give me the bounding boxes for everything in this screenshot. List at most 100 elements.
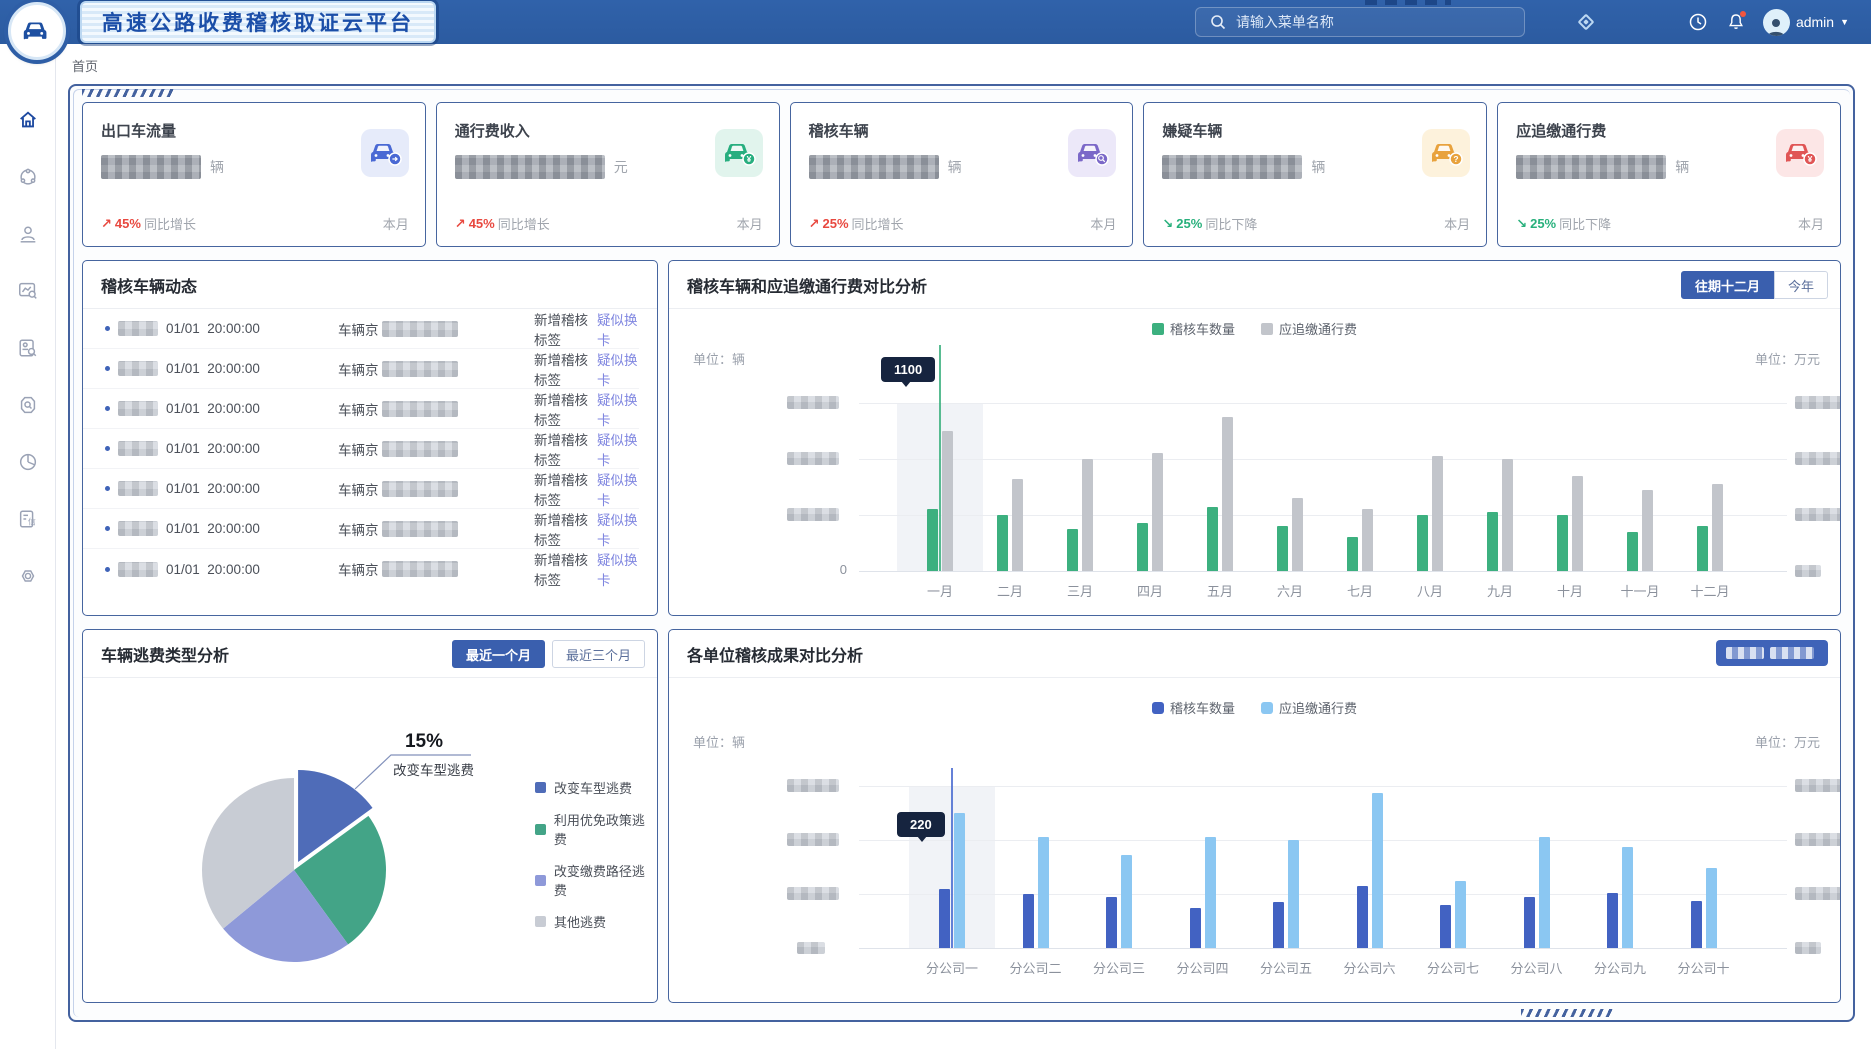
- bar-series-1[interactable]: [1288, 840, 1299, 948]
- content-frame: 出口车流量 辆: [68, 84, 1855, 1022]
- id-card-search-icon[interactable]: [16, 336, 40, 360]
- network-shield-icon[interactable]: [16, 165, 40, 189]
- bar-series-1[interactable]: [1706, 868, 1717, 948]
- hexagon-search-icon[interactable]: [16, 393, 40, 417]
- bar-series-0[interactable]: [1417, 515, 1428, 571]
- activity-row[interactable]: 01/01 20:00:00 车辆京 新增稽核标签疑似换卡: [83, 309, 639, 349]
- activity-row[interactable]: 01/01 20:00:00 车辆京 新增稽核标签疑似换卡: [83, 469, 639, 509]
- menu-search-input[interactable]: 请输入菜单名称: [1195, 7, 1525, 37]
- redacted-date-prefix: [118, 321, 158, 336]
- redacted-date-prefix: [118, 562, 158, 577]
- bar-series-0[interactable]: [1347, 537, 1358, 571]
- activity-action: 新增稽核标签疑似换卡: [534, 429, 639, 469]
- bullet-dot: [105, 326, 110, 331]
- gridline: [859, 786, 1787, 787]
- bar-series-1[interactable]: [1121, 855, 1132, 948]
- bar-series-0[interactable]: [1023, 894, 1034, 948]
- bar-series-0[interactable]: [1277, 526, 1288, 571]
- activity-row[interactable]: 01/01 20:00:00 车辆京 新增稽核标签疑似换卡: [83, 549, 639, 589]
- activity-row[interactable]: 01/01 20:00:00 车辆京 新增稽核标签疑似换卡: [83, 429, 639, 469]
- bar-series-1[interactable]: [942, 431, 953, 571]
- axis-line: [859, 571, 1787, 572]
- legend-item[interactable]: 利用优免政策逃费: [535, 810, 657, 848]
- bar-series-1[interactable]: [1292, 498, 1303, 571]
- bar-series-1[interactable]: [1038, 837, 1049, 948]
- bar-series-1[interactable]: [1082, 459, 1093, 571]
- legend-item[interactable]: 改变车型逃费: [535, 778, 657, 797]
- bar-series-0[interactable]: [1137, 523, 1148, 571]
- tag-link[interactable]: 疑似换卡: [597, 309, 639, 349]
- settings-nut-icon[interactable]: [16, 564, 40, 588]
- activity-vehicle: 车辆京: [338, 399, 534, 419]
- tooltip-line: [951, 768, 953, 948]
- activity-action: 新增稽核标签疑似换卡: [534, 469, 639, 509]
- bar-series-0[interactable]: [1697, 526, 1708, 571]
- bar-series-0[interactable]: [997, 515, 1008, 571]
- bar-series-1[interactable]: [1012, 479, 1023, 571]
- activity-time: 01/01 20:00:00: [166, 401, 260, 416]
- toggle-last-month[interactable]: 最近一个月: [452, 640, 545, 668]
- tag-link[interactable]: 疑似换卡: [597, 429, 639, 469]
- bar-series-1[interactable]: [1622, 847, 1633, 948]
- bar-series-1[interactable]: [954, 813, 965, 948]
- activity-row[interactable]: 01/01 20:00:00 车辆京 新增稽核标签疑似换卡: [83, 509, 639, 549]
- bar-chart-monthly: 0一月二月三月四月五月六月七月八月九月十月十一月十二月1100: [669, 261, 1840, 615]
- legend-item[interactable]: 改变缴费路径逃费: [535, 861, 657, 899]
- bar-series-0[interactable]: [1190, 908, 1201, 949]
- pie-clock-icon[interactable]: [16, 450, 40, 474]
- redacted-axis-label: [787, 452, 839, 465]
- bell-icon[interactable]: [1725, 11, 1747, 33]
- bar-series-0[interactable]: [1607, 893, 1618, 948]
- bar-series-0[interactable]: [1106, 897, 1117, 948]
- home-icon[interactable]: [16, 108, 40, 132]
- bar-series-0[interactable]: [1440, 905, 1451, 948]
- pie-legend: 改变车型逃费 利用优免政策逃费 改变缴费路径逃费 其他逃费: [535, 778, 657, 931]
- bar-series-1[interactable]: [1642, 490, 1653, 571]
- bar-series-0[interactable]: [1273, 902, 1284, 948]
- activity-row[interactable]: 01/01 20:00:00 车辆京 新增稽核标签疑似换卡: [83, 349, 639, 389]
- activity-row[interactable]: 01/01 20:00:00 车辆京 新增稽核标签疑似换卡: [83, 389, 639, 429]
- user-menu[interactable]: admin ▼: [1763, 9, 1849, 36]
- header-decoration: [1365, 0, 1451, 5]
- trend-indicator: ↘ 25%同比下降: [1516, 214, 1611, 233]
- bar-series-1[interactable]: [1222, 417, 1233, 571]
- chart-search-icon[interactable]: [16, 279, 40, 303]
- breadcrumb[interactable]: 首页: [72, 56, 98, 75]
- toggle-last-three-months[interactable]: 最近三个月: [552, 640, 645, 668]
- bar-series-0[interactable]: [1627, 532, 1638, 571]
- bar-series-1[interactable]: [1362, 509, 1373, 571]
- bar-series-0[interactable]: [1557, 515, 1568, 571]
- bar-series-1[interactable]: [1372, 793, 1383, 948]
- panel-evasion-type-pie: 车辆逃费类型分析 最近一个月 最近三个月 15%改变车型逃费 改变车型逃费 利用…: [82, 629, 658, 1003]
- bar-series-0[interactable]: [1357, 886, 1368, 948]
- bar-series-0[interactable]: [1691, 901, 1702, 948]
- legend-item[interactable]: 其他逃费: [535, 912, 657, 931]
- bar-series-0[interactable]: [1524, 897, 1535, 948]
- tag-link[interactable]: 疑似换卡: [597, 389, 639, 429]
- activity-vehicle: 车辆京: [338, 559, 534, 579]
- bar-series-0[interactable]: [1487, 512, 1498, 571]
- clock-icon[interactable]: [1687, 11, 1709, 33]
- bar-series-1[interactable]: [1205, 837, 1216, 948]
- bar-series-1[interactable]: [1572, 476, 1583, 571]
- bar-series-1[interactable]: [1455, 881, 1466, 949]
- tag-link[interactable]: 疑似换卡: [597, 469, 639, 509]
- bar-series-0[interactable]: [1207, 507, 1218, 571]
- bar-series-1[interactable]: [1539, 837, 1550, 948]
- bar-series-1[interactable]: [1152, 453, 1163, 571]
- category-label: 分公司二: [996, 958, 1076, 977]
- bar-series-1[interactable]: [1432, 456, 1443, 571]
- tag-link[interactable]: 疑似换卡: [597, 349, 639, 389]
- document-message-icon[interactable]: 信: [16, 507, 40, 531]
- tag-link[interactable]: 疑似换卡: [597, 509, 639, 549]
- bar-series-0[interactable]: [927, 509, 938, 571]
- bar-series-1[interactable]: [1712, 484, 1723, 571]
- bar-series-1[interactable]: [1502, 459, 1513, 571]
- username: admin: [1796, 14, 1834, 30]
- bar-series-0[interactable]: [939, 889, 950, 948]
- tag-link[interactable]: 疑似换卡: [597, 549, 639, 589]
- bar-series-0[interactable]: [1067, 529, 1078, 571]
- redacted-axis-label: [1795, 779, 1841, 792]
- user-desk-icon[interactable]: [16, 222, 40, 246]
- panel-unit-compare-chart: 各单位稽核成果对比分析 稽核车数量 应追缴通行费 单位：辆 单位：万元 分公司一…: [668, 629, 1841, 1003]
